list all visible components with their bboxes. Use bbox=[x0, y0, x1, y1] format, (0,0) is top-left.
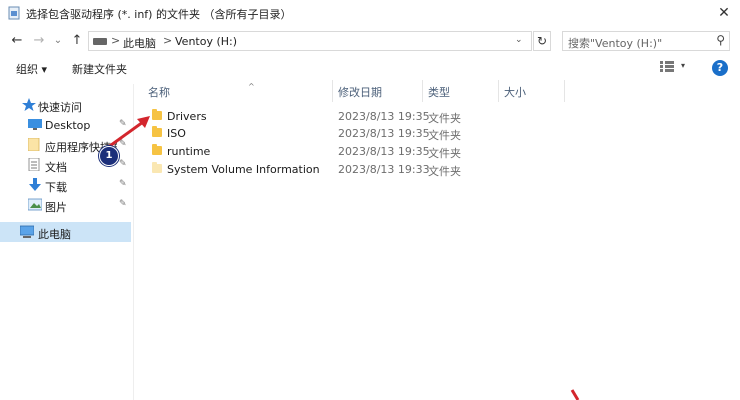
annotation-overlay bbox=[106, 116, 580, 400]
annotation-arrow bbox=[106, 120, 144, 150]
annotation-arrow-partial bbox=[570, 389, 580, 400]
annotation-badge: 1 bbox=[99, 146, 119, 166]
